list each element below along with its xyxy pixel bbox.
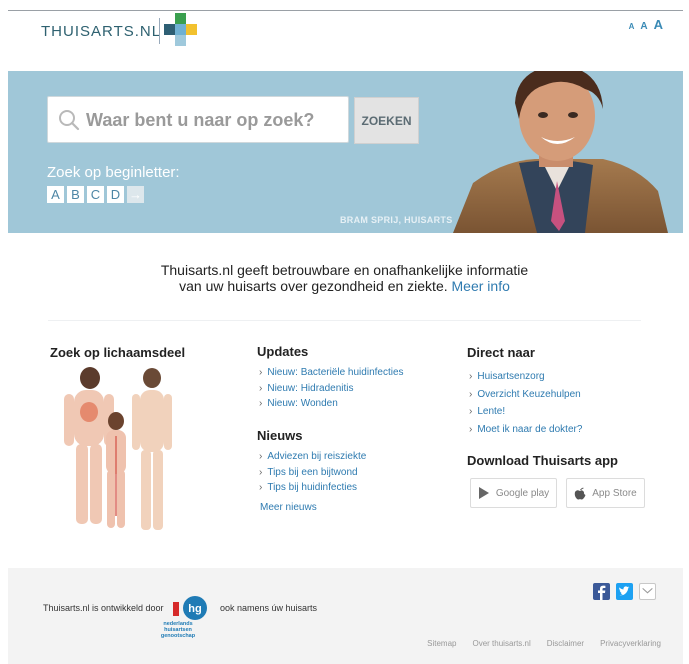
man-figure-icon	[132, 368, 172, 530]
site-logo-text[interactable]: THUISARTS.NL	[41, 23, 161, 40]
intro-line-1: Thuisarts.nl geeft betrouwbare en onafha…	[160, 262, 529, 278]
intro-line-2: van uw huisarts over gezondheid en ziekt…	[0, 278, 689, 294]
search-icon	[59, 110, 80, 131]
letter-c-button[interactable]: C	[87, 186, 104, 203]
letter-index: A B C D →	[47, 186, 144, 203]
nhg-line-1: nederlands huisartsen	[163, 621, 193, 633]
footer-links: Sitemap Over thuisarts.nl Disclaimer Pri…	[427, 639, 661, 648]
on-behalf-text: ook namens úw huisarts	[220, 603, 318, 613]
news-link-travel-sickness[interactable]: Adviezen bij reisziekte	[259, 449, 366, 465]
footer-link-privacy[interactable]: Privacyverklaring	[600, 639, 661, 648]
body-parts-illustration[interactable]	[52, 366, 174, 534]
developed-by-text: Thuisarts.nl is ontwikkeld door	[43, 603, 164, 613]
nhg-subtitle: nederlands huisartsen genootschap	[154, 621, 202, 639]
direct-list: Huisartsenzorg Overzicht Keuzehulpen Len…	[469, 368, 582, 438]
search-input[interactable]	[84, 97, 348, 144]
letter-a-button[interactable]: A	[47, 186, 64, 203]
direct-title: Direct naar	[467, 345, 535, 360]
update-link-bacterial[interactable]: Nieuw: Bacteriële huidinfecties	[259, 365, 403, 381]
search-button[interactable]: ZOEKEN	[354, 97, 419, 144]
font-size-switcher: AAA	[623, 16, 663, 34]
letter-b-button[interactable]: B	[67, 186, 84, 203]
google-play-label: Google play	[495, 487, 550, 499]
hero-banner: ZOEKEN Zoek op beginletter: A B C D → BR…	[8, 71, 683, 233]
footer-link-about[interactable]: Over thuisarts.nl	[473, 639, 531, 648]
update-link-hidradenitis[interactable]: Nieuw: Hidradenitis	[259, 381, 404, 397]
direct-link-lente[interactable]: Lente!	[469, 403, 582, 421]
more-news-link[interactable]: Meer nieuws	[260, 502, 317, 513]
font-size-small[interactable]: A	[629, 22, 635, 31]
doctor-photo	[453, 71, 668, 233]
updates-list: Nieuw: Bacteriële huidinfecties Nieuw: H…	[259, 365, 404, 412]
news-title: Nieuws	[257, 428, 303, 443]
footer-link-disclaimer[interactable]: Disclaimer	[547, 639, 584, 648]
nhg-line-2: genootschap	[160, 633, 196, 639]
search-box[interactable]	[47, 96, 349, 144]
intro-text: Thuisarts.nl geeft betrouwbare en onafha…	[0, 262, 689, 294]
font-size-large[interactable]: A	[654, 17, 663, 32]
news-link-skin-infections[interactable]: Tips bij huidinfecties	[259, 480, 366, 496]
more-info-link[interactable]: Meer info	[452, 278, 510, 294]
svg-text:hg: hg	[188, 603, 201, 615]
photo-caption: BRAM SPRIJ, HUISARTS	[340, 215, 453, 225]
google-play-button[interactable]: Google play	[470, 478, 557, 508]
site-header	[8, 11, 683, 71]
direct-link-huisartsenzorg[interactable]: Huisartsenzorg	[469, 368, 582, 386]
mail-icon[interactable]	[639, 583, 656, 600]
logo-separator	[159, 18, 160, 44]
app-download-title: Download Thuisarts app	[467, 453, 618, 468]
font-size-medium[interactable]: A	[640, 21, 647, 32]
nhg-logo-icon[interactable]: hg	[173, 596, 207, 620]
app-store-label: App Store	[592, 487, 637, 499]
updates-title: Updates	[257, 344, 309, 359]
apple-icon	[575, 487, 586, 499]
logo-cross-icon[interactable]	[164, 13, 198, 47]
intro-line-2-text: van uw huisarts over gezondheid en ziekt…	[179, 278, 448, 294]
update-link-wounds[interactable]: Nieuw: Wonden	[259, 396, 404, 412]
section-divider	[48, 320, 641, 321]
news-link-bite-wound[interactable]: Tips bij een bijtwond	[259, 465, 366, 481]
facebook-icon[interactable]	[593, 583, 610, 600]
letter-d-button[interactable]: D	[107, 186, 124, 203]
direct-link-dokter[interactable]: Moet ik naar de dokter?	[469, 421, 582, 439]
twitter-icon[interactable]	[616, 583, 633, 600]
letter-next-button[interactable]: →	[127, 186, 144, 203]
direct-link-keuzehulpen[interactable]: Overzicht Keuzehulpen	[469, 386, 582, 404]
app-store-button[interactable]: App Store	[566, 478, 645, 508]
news-list: Adviezen bij reisziekte Tips bij een bij…	[259, 449, 366, 496]
play-icon	[478, 487, 489, 499]
letter-search-label: Zoek op beginletter:	[47, 164, 180, 181]
body-part-title: Zoek op lichaamsdeel	[50, 345, 186, 360]
footer-link-sitemap[interactable]: Sitemap	[427, 639, 456, 648]
site-footer	[8, 568, 683, 664]
